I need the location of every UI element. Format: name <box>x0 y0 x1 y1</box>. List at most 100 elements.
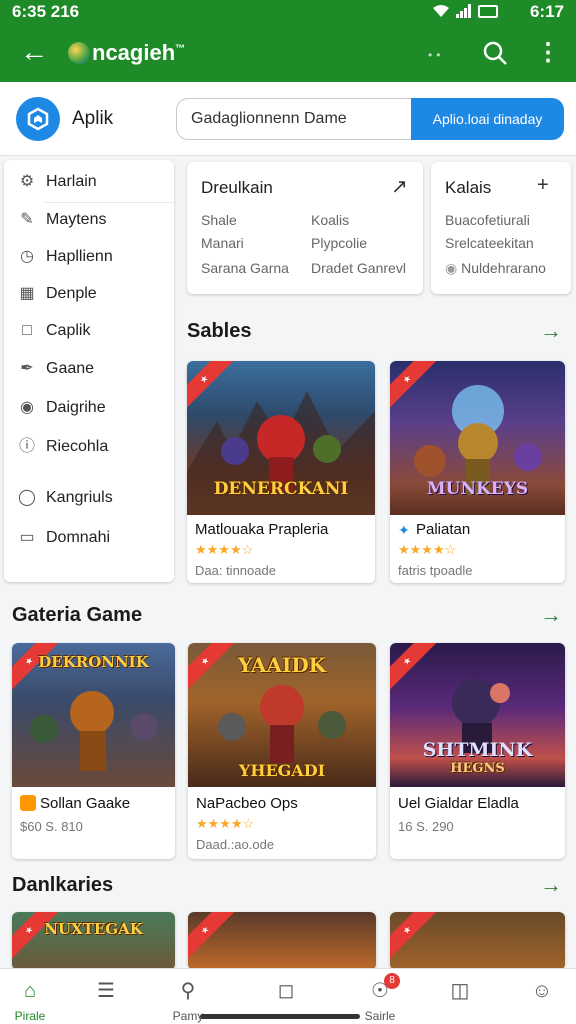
card-cell: Shale <box>201 212 237 228</box>
sidebar-item-label: Kangriuls <box>46 489 113 506</box>
game-title: NaPacbeo Ops <box>196 795 298 812</box>
expand-icon[interactable]: ↗ <box>391 174 408 199</box>
game-art: ★ DENERCKANI <box>187 361 375 515</box>
system-icons <box>432 4 498 18</box>
game-meta: Daa: tinnoade <box>195 563 276 578</box>
document-icon: ▭ <box>19 529 35 546</box>
profile-icon: ☺ <box>531 980 553 1002</box>
sidebar-item-1[interactable]: ✎ Maytens <box>4 202 174 238</box>
back-arrow-icon[interactable]: ← <box>20 38 48 66</box>
sidebar-item-label: Denple <box>46 285 97 302</box>
game-art: ★ YAAIDK YHEGADI <box>188 643 376 787</box>
sidebar-item-9[interactable]: ▭ Domnahi <box>4 520 174 556</box>
game-art: ★ <box>188 912 376 970</box>
game-card[interactable]: ★ <box>188 912 376 970</box>
card-cell: Koalis <box>311 212 350 228</box>
sidebar-item-label: Maytens <box>46 211 107 228</box>
pencil-icon: ✎ <box>20 211 34 228</box>
game-title: Uel Gialdar Eladla <box>398 795 519 812</box>
puzzle-icon: ✦ <box>398 522 410 538</box>
game-art: ★ MUNKEYS <box>390 361 565 515</box>
sidebar-item-6[interactable]: ◉ Daigrihe <box>4 390 174 426</box>
game-card[interactable]: ★ YAAIDK YHEGADI NaPacbeo Ops ★★★★☆ Daad… <box>188 643 376 859</box>
home-icon: ⌂ <box>23 980 37 1002</box>
arrow-right-icon[interactable]: → <box>540 872 562 898</box>
sidebar-item-2[interactable]: ◷ Hapllienn <box>4 239 174 275</box>
game-card[interactable]: ★ <box>390 912 565 970</box>
eye-icon: ◉ <box>20 399 34 416</box>
game-card[interactable]: ★ MUNKEYS Paliatan ✦ ★★★★☆ fatris tpoadl… <box>390 361 565 583</box>
card-cell: Plypcolie <box>311 235 368 251</box>
game-art-subtitle: YHEGADI <box>238 761 326 780</box>
nav-item-home[interactable]: ⌂ Pirale <box>0 969 60 1024</box>
sidebar-item-7[interactable]: ⓘ Riecohla <box>4 429 174 465</box>
section-title: Gateria Game <box>12 604 143 626</box>
game-card[interactable]: ★ SHTMINK HEGNS Uel Gialdar Eladla 16 S.… <box>390 643 565 859</box>
game-art-title: DEKRONNIK <box>38 653 149 671</box>
card-cell: Dradet Ganrevl <box>311 260 406 276</box>
search-input[interactable]: Gadaglionnenn Dame <box>176 98 416 140</box>
rating-stars: ★★★★☆ <box>196 816 255 831</box>
app-logo-icon <box>68 42 90 64</box>
game-art: ★ <box>390 912 565 970</box>
game-art: ★ NUXTEGAK <box>12 912 175 970</box>
section-title: Sables <box>187 320 252 342</box>
info-card-right[interactable]: Kalais + Buacofetiurali Srelcateekitan ◉… <box>431 162 571 294</box>
nav-item-folder[interactable]: ◫ <box>430 969 490 1024</box>
bag-icon: ◻ <box>277 980 295 1002</box>
section-title: Danlkaries <box>12 874 114 896</box>
game-card[interactable]: ★ DEKRONNIK Sollan Gaake $60 S. 810 <box>12 643 175 859</box>
sidebar-item-3[interactable]: ▦ Denple <box>4 276 174 312</box>
game-art: ★ DEKRONNIK <box>12 643 175 787</box>
notification-badge: 8 <box>384 973 400 989</box>
sidebar-item-5[interactable]: ✒ Gaane <box>4 351 174 387</box>
battery-icon <box>478 4 498 18</box>
info-card-left[interactable]: Dreulkain ↗ Shale Koalis Manari Plypcoli… <box>187 162 423 294</box>
card-cell: ◉ Nuldehrarano <box>445 260 546 277</box>
nav-item-list[interactable]: ☰ <box>76 969 136 1024</box>
top-bar: Aplik Gadaglionnenn Dame Aplio.loai dina… <box>0 82 576 156</box>
arrow-right-icon[interactable]: → <box>540 318 562 344</box>
more-options-icon[interactable]: ⋮ <box>536 38 560 67</box>
app-title-suffix: ™ <box>175 43 186 55</box>
folder-icon: ◫ <box>450 980 470 1002</box>
loading-dots-icon: •• <box>428 48 445 62</box>
game-art-subtitle: HEGNS <box>450 761 505 776</box>
sidebar-item-label: Harlain <box>46 173 97 190</box>
game-meta: fatris tpoadle <box>398 563 473 578</box>
game-badge-icon <box>20 795 36 811</box>
game-card[interactable]: ★ DENERCKANI Matlouaka Prapleria ★★★★☆ D… <box>187 361 375 583</box>
brand-name: Aplik <box>72 108 114 129</box>
rating-stars: ★★★★☆ <box>195 542 254 557</box>
sidebar-item-4[interactable]: □ Caplik <box>4 313 174 349</box>
arrow-right-icon[interactable]: → <box>540 602 562 628</box>
game-meta: 16 S. 290 <box>398 819 454 834</box>
category-sidebar: ⚙ Harlain ✎ Maytens ◷ Hapllienn ▦ Denple □ Ca… <box>4 160 174 582</box>
sidebar-item-0[interactable]: ⚙ Harlain <box>4 164 174 200</box>
card-cell: Manari <box>201 235 244 251</box>
sidebar-item-label: Hapllienn <box>46 248 113 265</box>
add-icon[interactable]: + <box>537 174 549 197</box>
search-icon: ⚲ <box>180 980 196 1002</box>
home-indicator <box>200 1014 360 1019</box>
sidebar-item-label: Daigrihe <box>46 399 106 416</box>
status-time-right: 6:17 <box>529 2 564 21</box>
game-title: Paliatan <box>416 521 471 538</box>
game-meta: $60 S. 810 <box>20 819 83 834</box>
card-heading: Dreulkain <box>201 178 273 197</box>
search-button[interactable]: Aplio.loai dinaday <box>411 98 564 140</box>
card-heading: Kalais <box>445 178 492 197</box>
nav-item-profile[interactable]: ☺ <box>512 969 572 1024</box>
game-title: Sollan Gaake <box>40 795 131 812</box>
game-card[interactable]: ★ NUXTEGAK <box>12 912 175 970</box>
brand-logo-icon[interactable] <box>16 97 60 141</box>
calendar-icon: ▦ <box>19 285 35 302</box>
game-title: Matlouaka Prapleria <box>195 521 329 538</box>
search-icon[interactable] <box>482 40 508 71</box>
settings-icon: ⚙ <box>19 173 35 190</box>
game-art-title: NUXTEGAK <box>44 920 143 938</box>
signal-icon <box>456 4 471 18</box>
card-cell: Buacofetiurali <box>445 212 530 228</box>
sidebar-item-8[interactable]: ◯ Kangriuls <box>4 480 174 516</box>
sidebar-item-label: Riecohla <box>46 438 109 455</box>
